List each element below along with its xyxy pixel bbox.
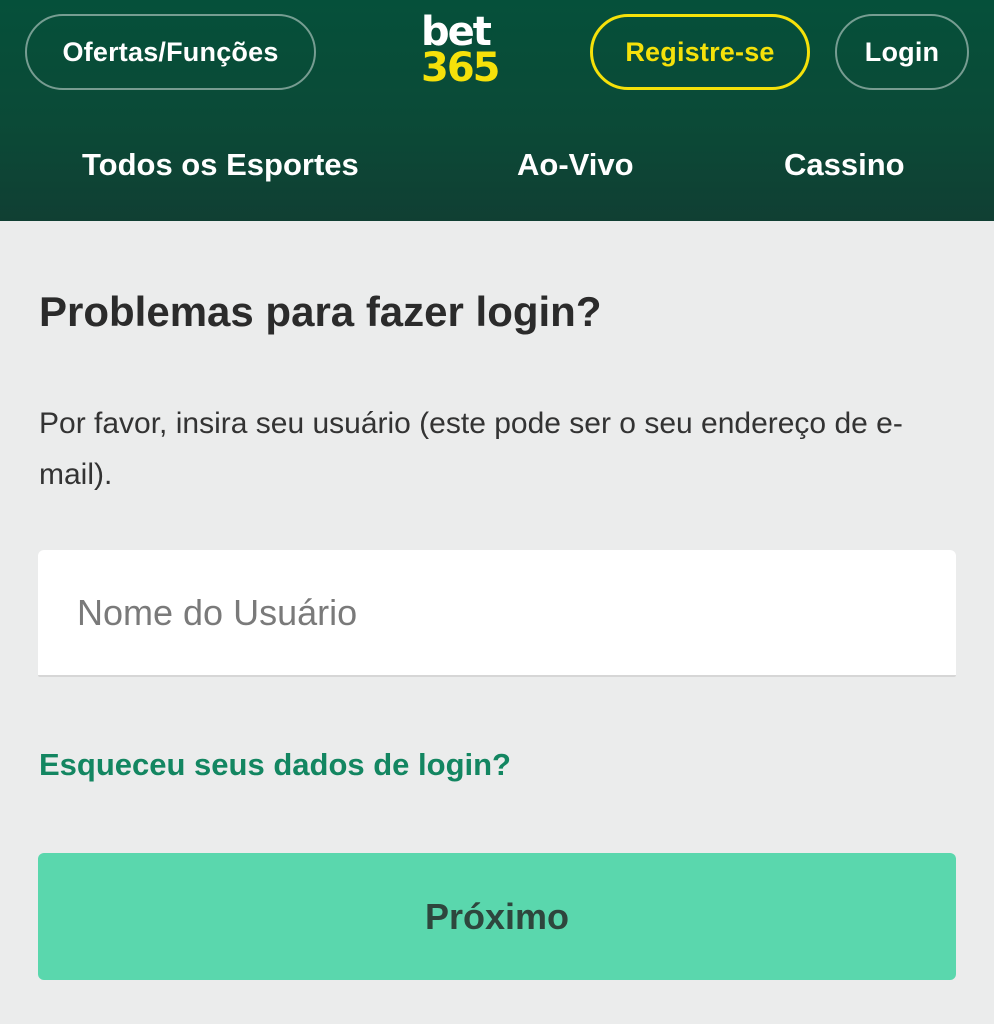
top-header: Ofertas/Funções bet 365 Registre-se Logi… xyxy=(0,0,994,221)
instructions-text: Por favor, insira seu usuário (este pode… xyxy=(39,407,903,491)
register-button[interactable]: Registre-se xyxy=(590,14,810,90)
nav-all-sports[interactable]: Todos os Esportes xyxy=(82,140,359,190)
nav-live[interactable]: Ao-Vivo xyxy=(517,140,634,190)
login-button[interactable]: Login xyxy=(835,14,969,90)
bet365-logo[interactable]: bet 365 xyxy=(421,12,503,91)
page-title: Problemas para fazer login? xyxy=(39,288,602,335)
offers-button[interactable]: Ofertas/Funções xyxy=(25,14,316,90)
next-button[interactable]: Próximo xyxy=(38,853,956,980)
logo-text-365: 365 xyxy=(421,45,501,91)
username-input[interactable] xyxy=(38,550,956,677)
nav-casino[interactable]: Cassino xyxy=(784,140,905,190)
forgot-login-link[interactable]: Esqueceu seus dados de login? xyxy=(39,740,511,790)
